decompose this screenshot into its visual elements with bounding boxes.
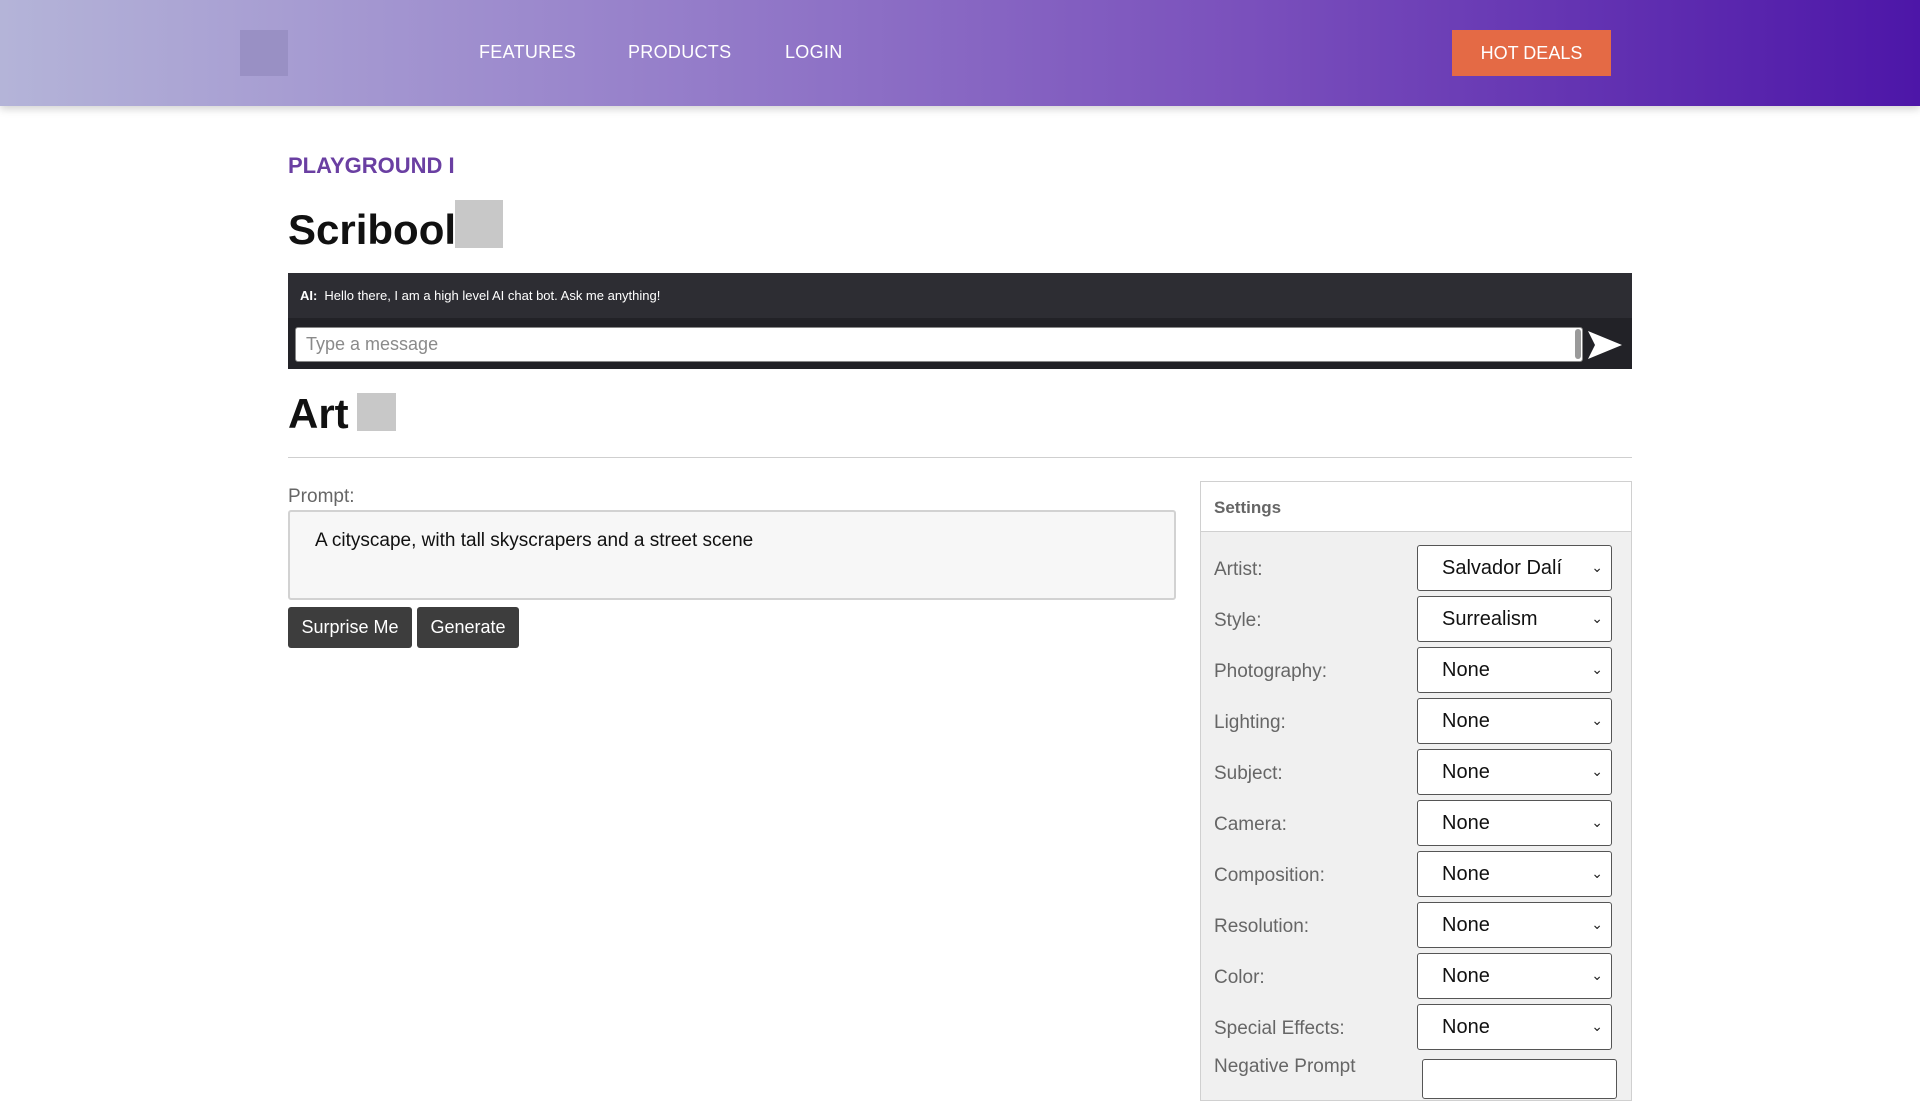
chat-panel: AI: Hello there, I am a high level AI ch… (288, 273, 1632, 369)
negative-prompt-input[interactable] (1422, 1059, 1617, 1099)
surprise-me-button[interactable]: Surprise Me (288, 607, 412, 648)
select-value: None (1442, 710, 1490, 732)
setting-row-resolution: Resolution: None ⌄ (1201, 902, 1631, 948)
chat-message: AI: Hello there, I am a high level AI ch… (300, 288, 660, 303)
composition-select[interactable]: None ⌄ (1417, 851, 1612, 897)
setting-label: Artist: (1214, 559, 1263, 580)
top-navbar: FEATURES PRODUCTS LOGIN HOT DEALS (0, 0, 1920, 106)
chat-message-input[interactable] (295, 327, 1583, 362)
chat-sender: AI: (300, 288, 318, 303)
select-value: None (1442, 863, 1490, 885)
select-value: None (1442, 965, 1490, 987)
prompt-textarea[interactable]: A cityscape, with tall skyscrapers and a… (288, 510, 1176, 600)
setting-label: Special Effects: (1214, 1018, 1345, 1039)
select-value: None (1442, 1016, 1490, 1038)
artist-select[interactable]: Salvador Dalí ⌄ (1417, 545, 1612, 591)
setting-row-color: Color: None ⌄ (1201, 953, 1631, 999)
chevron-down-icon: ⌄ (1591, 559, 1603, 575)
select-value: None (1442, 659, 1490, 681)
settings-header: Settings (1201, 482, 1631, 532)
nav-link-features[interactable]: FEATURES (479, 42, 576, 63)
chevron-down-icon: ⌄ (1591, 661, 1603, 677)
setting-row-camera: Camera: None ⌄ (1201, 800, 1631, 846)
setting-label: Camera: (1214, 814, 1287, 835)
setting-label: Color: (1214, 967, 1265, 988)
negative-prompt-label: Negative Prompt (1214, 1056, 1356, 1077)
setting-label: Photography: (1214, 661, 1328, 682)
chevron-down-icon: ⌄ (1591, 763, 1603, 779)
prompt-label: Prompt: (288, 486, 355, 507)
setting-row-style: Style: Surrealism ⌄ (1201, 596, 1631, 642)
camera-select[interactable]: None ⌄ (1417, 800, 1612, 846)
title-image-placeholder (455, 200, 503, 248)
nav-link-login[interactable]: LOGIN (785, 42, 843, 63)
chat-input-scrollbar[interactable] (1575, 329, 1581, 359)
setting-label: Composition: (1214, 865, 1325, 886)
art-image-placeholder (357, 393, 396, 431)
photography-select[interactable]: None ⌄ (1417, 647, 1612, 693)
chevron-down-icon: ⌄ (1591, 916, 1603, 932)
generate-button[interactable]: Generate (417, 607, 519, 648)
chevron-down-icon: ⌄ (1591, 712, 1603, 728)
setting-label: Lighting: (1214, 712, 1286, 733)
chevron-down-icon: ⌄ (1591, 967, 1603, 983)
settings-panel: Settings Artist: Salvador Dalí ⌄ Style: S… (1200, 481, 1632, 1101)
page-title: Scribool (288, 206, 457, 253)
chevron-down-icon: ⌄ (1591, 865, 1603, 881)
special-effects-select[interactable]: None ⌄ (1417, 1004, 1612, 1050)
select-value: None (1442, 914, 1490, 936)
select-value: None (1442, 812, 1490, 834)
select-value: Salvador Dalí (1442, 557, 1563, 579)
setting-label: Subject: (1214, 763, 1283, 784)
setting-label: Resolution: (1214, 916, 1310, 937)
chevron-down-icon: ⌄ (1591, 1018, 1603, 1034)
send-arrow-icon[interactable] (1586, 327, 1626, 363)
setting-row-subject: Subject: None ⌄ (1201, 749, 1631, 795)
chevron-down-icon: ⌄ (1591, 610, 1603, 626)
lighting-select[interactable]: None ⌄ (1417, 698, 1612, 744)
setting-label: Style: (1214, 610, 1262, 631)
section-eyebrow: PLAYGROUND I (288, 153, 455, 178)
select-value: Surrealism (1442, 608, 1538, 630)
art-section-title: Art (288, 390, 349, 437)
setting-row-special-effects: Special Effects: None ⌄ (1201, 1004, 1631, 1050)
section-divider (288, 457, 1632, 458)
hot-deals-button[interactable]: HOT DEALS (1452, 30, 1611, 76)
logo-image[interactable] (240, 30, 288, 76)
settings-title: Settings (1214, 498, 1282, 517)
select-value: None (1442, 761, 1490, 783)
setting-row-artist: Artist: Salvador Dalí ⌄ (1201, 545, 1631, 591)
style-select[interactable]: Surrealism ⌄ (1417, 596, 1612, 642)
resolution-select[interactable]: None ⌄ (1417, 902, 1612, 948)
chevron-down-icon: ⌄ (1591, 814, 1603, 830)
setting-row-photography: Photography: None ⌄ (1201, 647, 1631, 693)
subject-select[interactable]: None ⌄ (1417, 749, 1612, 795)
setting-row-composition: Composition: None ⌄ (1201, 851, 1631, 897)
setting-row-lighting: Lighting: None ⌄ (1201, 698, 1631, 744)
chat-message-text: Hello there, I am a high level AI chat b… (324, 288, 661, 303)
nav-link-products[interactable]: PRODUCTS (628, 42, 731, 63)
color-select[interactable]: None ⌄ (1417, 953, 1612, 999)
